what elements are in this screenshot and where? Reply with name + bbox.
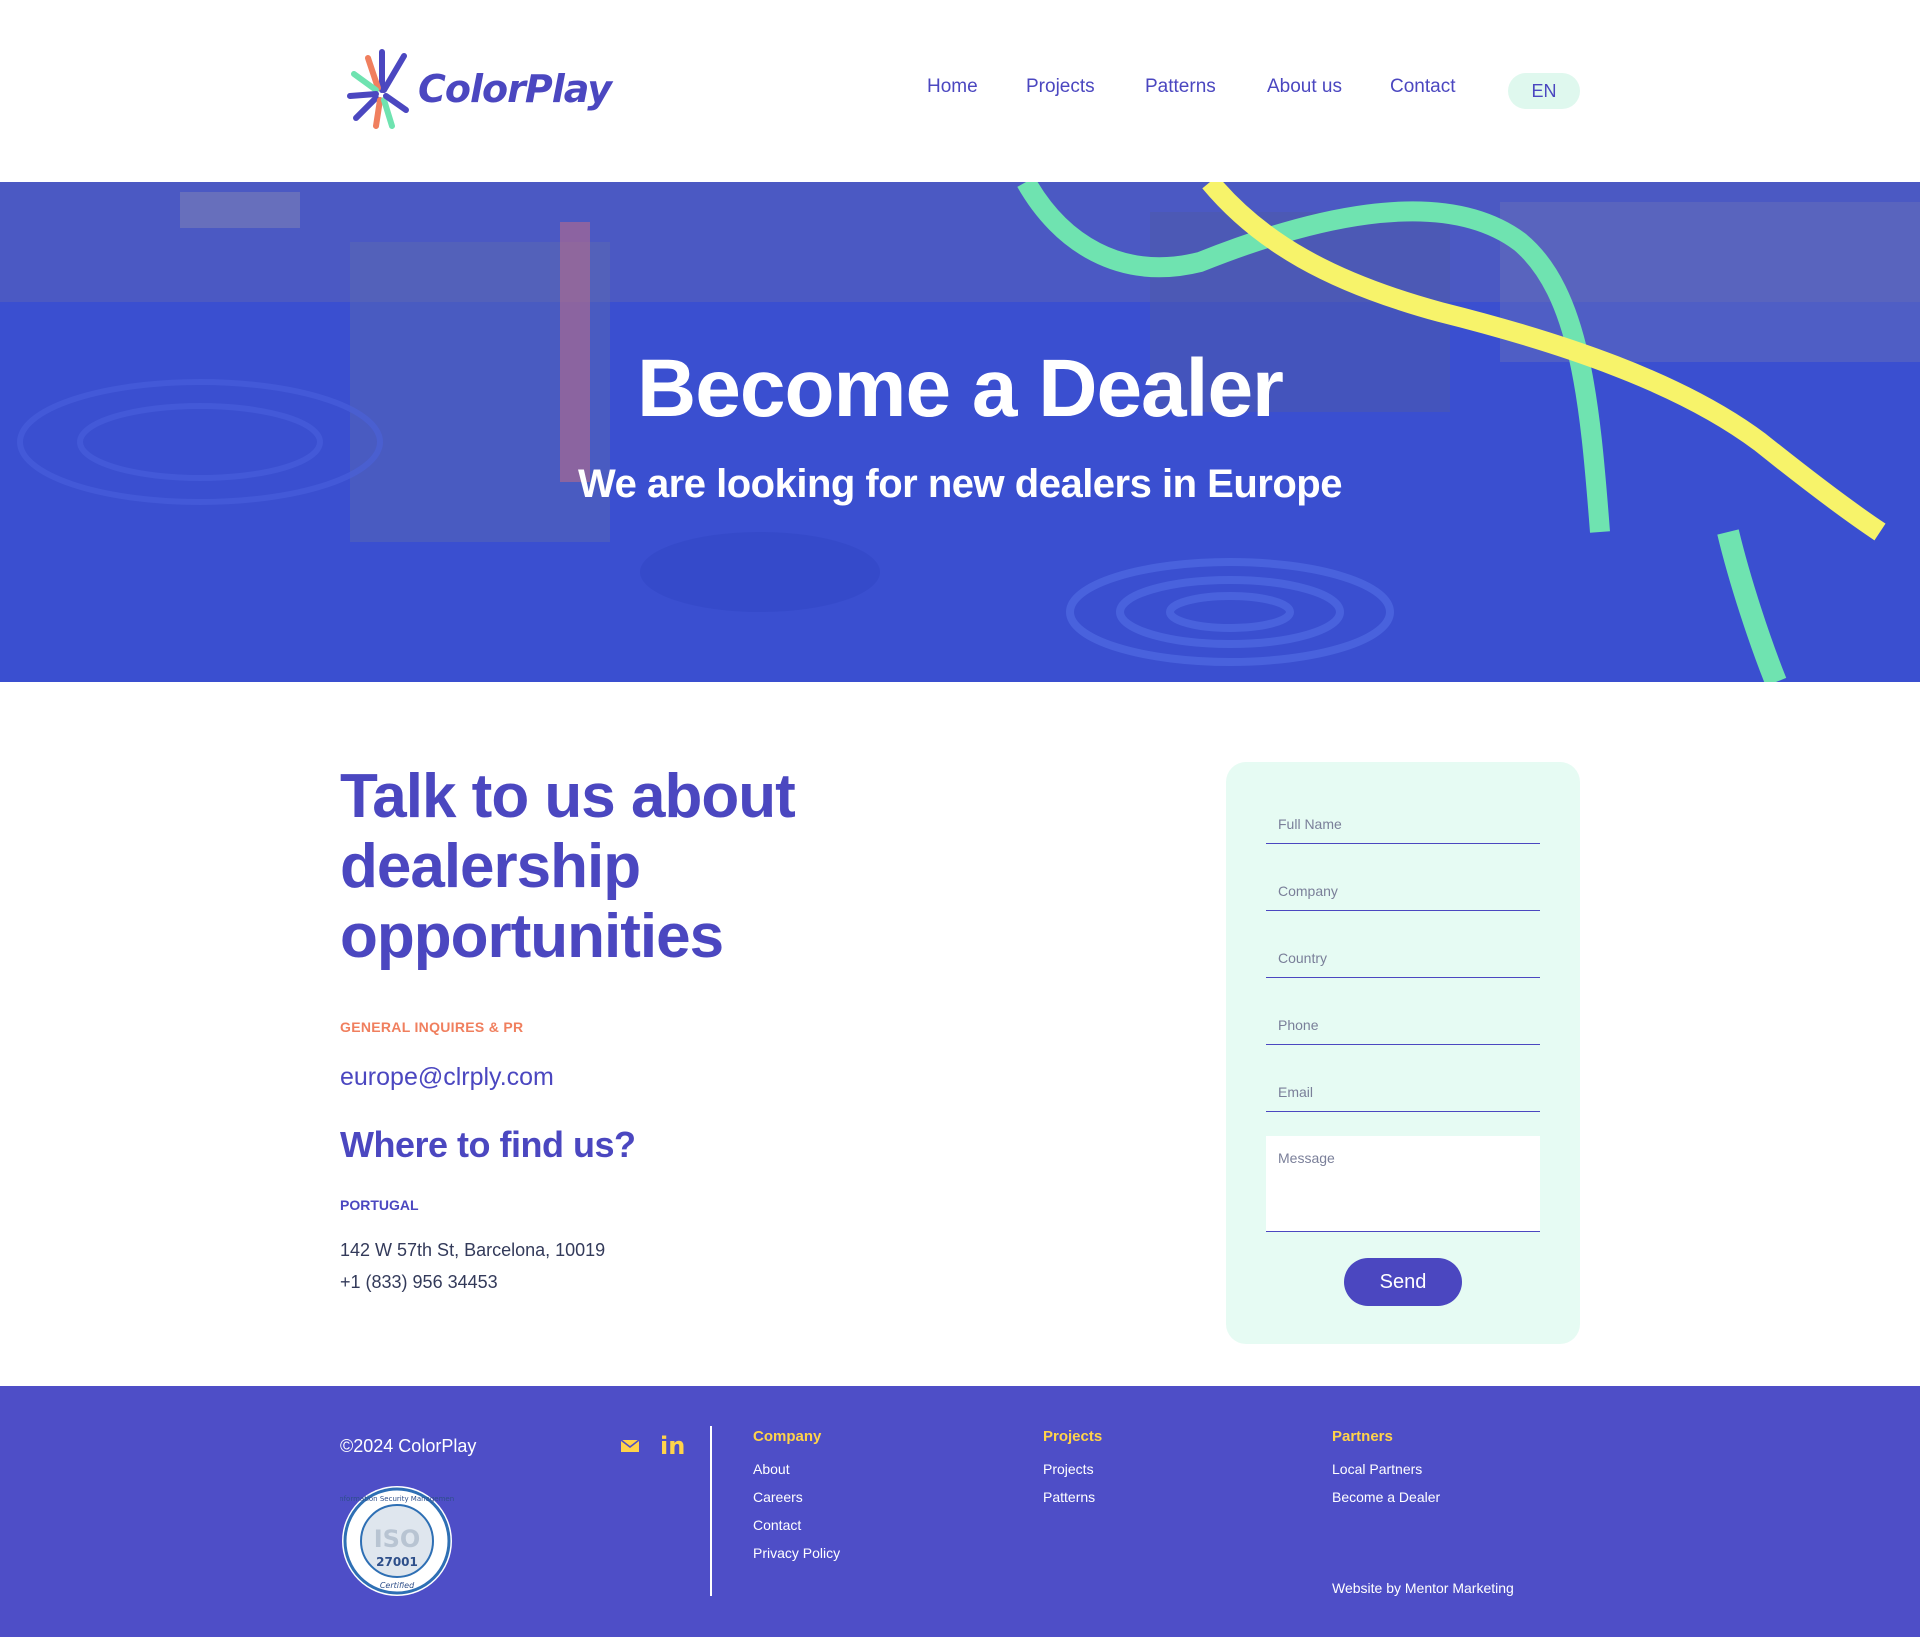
website-credit-link[interactable]: Website by Mentor Marketing	[1332, 1580, 1514, 1596]
nav-contact[interactable]: Contact	[1390, 76, 1455, 98]
iso-badge-icon: ISO 27001 Information Security Managemen…	[340, 1486, 454, 1596]
footer-link-projects[interactable]: Projects	[1043, 1455, 1102, 1483]
footer-heading-projects: Projects	[1043, 1428, 1103, 1445]
footer-heading-company: Company	[753, 1428, 822, 1445]
nav-patterns[interactable]: Patterns	[1145, 76, 1216, 98]
dealer-contact-form: Full Name Company Country Phone Email Me…	[1226, 762, 1580, 1344]
nav-projects[interactable]: Projects	[1026, 76, 1095, 98]
address-text: 142 W 57th St, Barcelona, 10019	[340, 1240, 606, 1260]
phone-field[interactable]: Phone	[1266, 1003, 1540, 1045]
send-button[interactable]: Send	[1344, 1258, 1462, 1306]
linkedin-icon[interactable]: in	[660, 1432, 685, 1460]
site-footer: ©2024 ColorPlay ISO 27001 Information Se…	[0, 1386, 1920, 1637]
phone-text[interactable]: +1 (833) 956 34453	[340, 1272, 498, 1293]
footer-divider	[710, 1426, 712, 1596]
iso-badge-ring-bottom: Certified	[380, 1581, 415, 1590]
phone-placeholder: Phone	[1278, 1017, 1319, 1033]
hero-subtitle: We are looking for new dealers in Europe	[578, 462, 1342, 506]
footer-column-projects: Projects Projects Patterns	[1043, 1428, 1102, 1511]
footer-link-local-partners[interactable]: Local Partners	[1332, 1455, 1440, 1483]
hero-title: Become a Dealer	[637, 343, 1284, 434]
footer-column-company: Company About Careers Contact Privacy Po…	[753, 1428, 840, 1567]
nav-about[interactable]: About us	[1267, 76, 1342, 98]
site-header: ColorPlay Home Projects Patterns About u…	[0, 0, 1920, 182]
country-field[interactable]: Country	[1266, 936, 1540, 978]
footer-link-become-dealer[interactable]: Become a Dealer	[1332, 1483, 1440, 1511]
iso-badge-number: 27001	[376, 1555, 418, 1569]
inquiries-label: GENERAL INQUIRES & PR	[340, 1019, 524, 1035]
footer-link-about[interactable]: About	[753, 1455, 840, 1483]
message-placeholder: Message	[1278, 1150, 1335, 1166]
email-placeholder: Email	[1278, 1084, 1314, 1100]
country-placeholder: Country	[1278, 950, 1328, 966]
message-textarea[interactable]: Message	[1266, 1136, 1540, 1232]
copyright-text: ©2024 ColorPlay	[340, 1436, 477, 1456]
full-name-field[interactable]: Full Name	[1266, 802, 1540, 844]
iso-badge-title: ISO	[374, 1525, 421, 1553]
country-label: PORTUGAL	[340, 1197, 419, 1213]
footer-link-patterns[interactable]: Patterns	[1043, 1483, 1102, 1511]
full-name-placeholder: Full Name	[1278, 816, 1342, 832]
nav-home[interactable]: Home	[927, 76, 978, 98]
hero-banner: Become a Dealer We are looking for new d…	[0, 182, 1920, 682]
company-placeholder: Company	[1278, 883, 1338, 899]
mail-icon[interactable]	[620, 1438, 640, 1454]
email-field[interactable]: Email	[1266, 1070, 1540, 1112]
footer-link-privacy[interactable]: Privacy Policy	[753, 1539, 840, 1567]
footer-link-contact[interactable]: Contact	[753, 1511, 840, 1539]
contact-email-link[interactable]: europe@clrply.com	[340, 1063, 554, 1092]
iso-badge-ring-top: Information Security Management	[340, 1495, 454, 1503]
section-heading: Talk to us about dealership opportunitie…	[340, 762, 796, 971]
language-switch[interactable]: EN	[1508, 73, 1580, 109]
footer-heading-partners: Partners	[1332, 1428, 1393, 1445]
footer-column-partners: Partners Local Partners Become a Dealer	[1332, 1428, 1440, 1511]
where-heading: Where to find us?	[340, 1124, 636, 1165]
company-field[interactable]: Company	[1266, 869, 1540, 911]
footer-link-careers[interactable]: Careers	[753, 1483, 840, 1511]
main-nav: Home Projects Patterns About us Contact	[0, 76, 1920, 106]
